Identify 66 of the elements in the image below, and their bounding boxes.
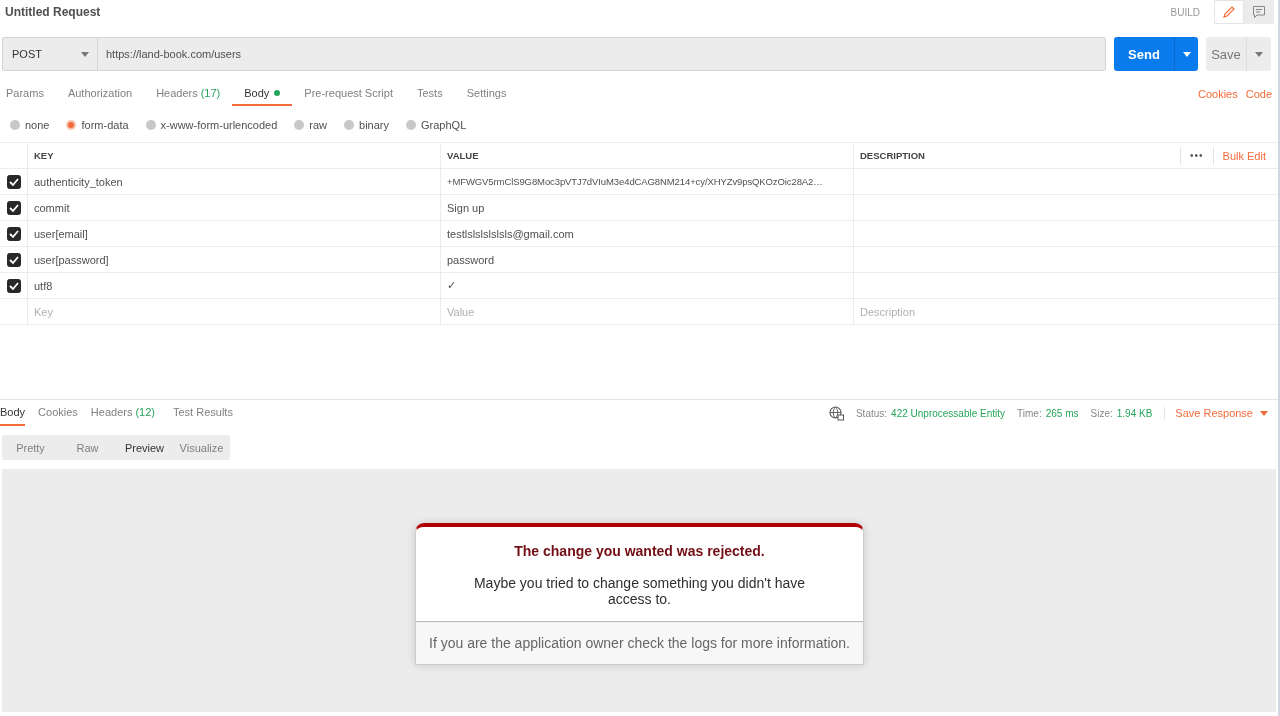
body-type-option[interactable]: binary	[344, 119, 390, 131]
table-cell: ✓	[441, 273, 854, 298]
header-link[interactable]: Code	[1245, 88, 1272, 100]
request-tab[interactable]: Settings	[466, 82, 507, 106]
caret-icon	[1255, 51, 1263, 57]
request-tab[interactable]: Tests	[417, 82, 443, 106]
response-tab[interactable]: Body	[0, 400, 26, 426]
table-cell: user[password]	[28, 247, 441, 272]
request-title: Untitled Request	[5, 5, 101, 19]
checkbox[interactable]	[6, 174, 21, 189]
table-cell: password	[441, 247, 854, 272]
table-cell: user[email]	[28, 221, 441, 246]
request-tab[interactable]: Body	[232, 82, 293, 106]
header-link[interactable]: Cookies	[1197, 88, 1238, 100]
error-footer: If you are the application owner check the logs for more information.	[416, 622, 863, 664]
meta-label: Status:	[855, 407, 888, 419]
view-mode-tab[interactable]: Preview	[116, 435, 173, 460]
table-cell: +MFWGV5rmClS9G8Moc3pVTJ7dVIuM3e4dCAG8NM214+cy/XHYZv9psQKOzOic28A2…	[441, 169, 854, 194]
body-type-option[interactable]: form-data	[66, 119, 129, 131]
column-header: VALUE	[441, 143, 854, 168]
bulk-edit-link[interactable]: Bulk Edit	[1222, 149, 1266, 162]
caret-icon	[1260, 410, 1268, 416]
checkbox[interactable]	[6, 200, 21, 215]
table-cell: utf8	[28, 273, 441, 298]
view-mode-tab[interactable]: Visualize	[173, 435, 230, 460]
checkbox[interactable]	[6, 278, 21, 293]
table-cell: authenticity_token	[28, 169, 441, 194]
request-tab[interactable]: Params	[6, 82, 44, 106]
edit-button[interactable]	[1214, 0, 1244, 24]
error-heading: The change you wanted was rejected.	[513, 543, 766, 559]
view-mode-tab[interactable]: Raw	[59, 435, 116, 460]
table-cell: Sign up	[441, 195, 854, 220]
save-response-button[interactable]: Save Response	[1164, 407, 1268, 419]
comment-icon	[1252, 5, 1266, 19]
body-type-option[interactable]: x-www-form-urlencoded	[145, 119, 278, 131]
request-tab[interactable]: Pre-request Script	[304, 82, 393, 106]
meta-value: 1.94 KB	[1116, 407, 1153, 419]
response-tab[interactable]: Headers (12)	[90, 400, 155, 426]
request-tab[interactable]: Headers (17)	[156, 82, 221, 106]
response-tab[interactable]: Test Results	[172, 400, 233, 426]
checkbox[interactable]	[6, 226, 21, 241]
caret-icon	[81, 51, 89, 57]
body-type-option[interactable]: raw	[294, 119, 328, 131]
column-header: DESCRIPTION	[860, 150, 925, 161]
mode-label: BUILD	[1170, 6, 1200, 18]
body-type-option[interactable]: GraphQL	[406, 119, 467, 131]
column-header: KEY	[28, 143, 441, 168]
request-tab[interactable]: Authorization	[67, 82, 133, 106]
table-cell: testlslslslslsls@gmail.com	[441, 221, 854, 246]
response-tab[interactable]: Cookies	[38, 400, 78, 426]
checkbox[interactable]	[6, 252, 21, 267]
comments-button[interactable]	[1244, 0, 1274, 24]
caret-icon	[1182, 51, 1191, 57]
pencil-icon	[1222, 5, 1236, 19]
error-message: Maybe you tried to change something you didn't have access to.	[472, 575, 807, 607]
table-cell: commit	[28, 195, 441, 220]
meta-label: Time:	[1017, 407, 1042, 419]
globe-icon	[828, 405, 844, 421]
method-dropdown[interactable]: POST	[2, 37, 98, 71]
meta-value: 265 ms	[1045, 407, 1079, 419]
meta-label: Size:	[1090, 407, 1113, 419]
view-mode-tab[interactable]: Pretty	[2, 435, 59, 460]
more-button[interactable]: •••	[1180, 146, 1214, 165]
body-type-option[interactable]: none	[10, 119, 50, 131]
meta-value: 422 Unprocessable Entity	[891, 407, 1006, 419]
url-field[interactable]: https://land-book.com/users	[98, 37, 1106, 71]
